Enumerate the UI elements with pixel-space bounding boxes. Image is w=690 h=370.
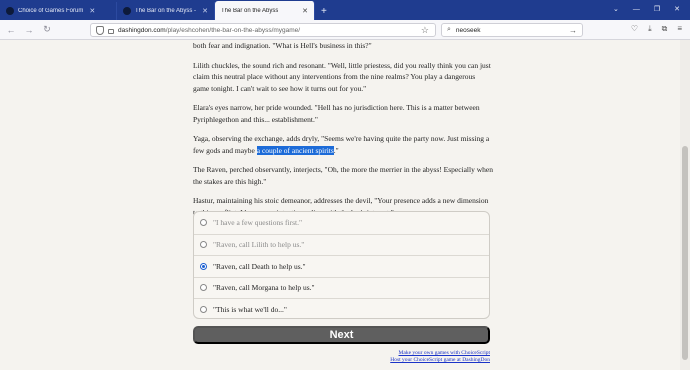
extensions-icon[interactable]: ⧉ — [662, 24, 668, 34]
pocket-icon[interactable]: ♡ — [631, 24, 638, 34]
story-paragraph: both fear and indignation. "What is Hell… — [193, 41, 372, 50]
choicescript-link[interactable]: Make your own games with ChoiceScript — [390, 350, 491, 357]
search-go-arrow-icon[interactable]: → — [569, 26, 577, 35]
page-scrollbar[interactable] — [680, 40, 690, 370]
site-favicon-icon — [123, 7, 131, 15]
choice-option-plan[interactable]: "This is what we'll do..." — [194, 298, 489, 320]
text-span: Yaga, observing the exchange, adds dryly… — [193, 134, 490, 155]
tab-label: The Bar on the Abyss — [221, 7, 279, 14]
tab-list-icon[interactable]: ⌄ — [613, 5, 619, 13]
new-tab-icon[interactable]: + — [321, 2, 327, 20]
window-controls: ⌄ — ❐ ✕ — [613, 0, 690, 18]
radio-button-selected[interactable] — [200, 262, 207, 270]
url-host: dashingdon.com — [118, 26, 166, 34]
bookmark-star-icon[interactable]: ☆ — [421, 25, 429, 36]
toolbar-right: ♡ ⤓ ⧉ ≡ — [631, 24, 682, 34]
address-bar[interactable]: dashingdon.com/play/eshcohen/the-bar-on-… — [90, 23, 436, 37]
tab-strip: Choice of Games Forum ✕ The Bar on the A… — [0, 0, 690, 20]
choice-label: "Raven, call Morgana to help us." — [213, 283, 315, 293]
shield-icon — [96, 25, 104, 35]
close-tab-icon[interactable]: ✕ — [89, 7, 95, 15]
close-tab-icon[interactable]: ✕ — [302, 7, 308, 15]
choice-label: "This is what we'll do..." — [213, 304, 287, 314]
choice-option-death[interactable]: "Raven, call Death to help us." — [194, 255, 489, 277]
radio-button[interactable] — [200, 219, 207, 227]
text-span: ." — [333, 145, 339, 155]
search-box[interactable]: ⌕ neoseek → — [441, 23, 583, 37]
minimize-icon[interactable]: — — [633, 6, 640, 13]
radio-button[interactable] — [200, 305, 207, 313]
choice-option-morgana[interactable]: "Raven, call Morgana to help us." — [194, 276, 489, 299]
story-paragraph: Elara's eyes narrow, her pride wounded. … — [193, 103, 480, 124]
tab-bar-on-abyss-wip[interactable]: The Bar on the Abyss - WIP [15... ✕ — [117, 2, 215, 20]
site-favicon-icon — [6, 7, 14, 15]
story-paragraph: Lilith chuckles, the sound rich and reso… — [193, 60, 491, 93]
choice-label: "Raven, call Death to help us." — [213, 261, 306, 271]
choice-list: "I have a few questions first." "Raven, … — [193, 211, 490, 319]
scrollbar-thumb[interactable] — [682, 146, 688, 360]
footer-links: Make your own games with ChoiceScript Ho… — [390, 350, 490, 364]
close-tab-icon[interactable]: ✕ — [202, 7, 208, 15]
tab-label: Choice of Games Forum — [18, 8, 84, 14]
story-text: both fear and indignation. "What is Hell… — [193, 40, 493, 226]
selected-text: a couple of ancient spirits — [256, 145, 334, 155]
downloads-icon[interactable]: ⤓ — [648, 24, 652, 34]
dashingdon-hosting-link[interactable]: Host your ChoiceScript game at DashingDo… — [390, 357, 490, 364]
navigation-toolbar: ← → ↻ dashingdon.com/play/eshcohen/the-b… — [0, 20, 690, 40]
tab-label: The Bar on the Abyss - WIP [15... — [135, 8, 197, 14]
close-window-icon[interactable]: ✕ — [674, 5, 680, 13]
search-icon: ⌕ — [447, 26, 451, 33]
maximize-icon[interactable]: ❐ — [654, 5, 660, 13]
choice-label: "Raven, call Lilith to help us." — [213, 240, 305, 250]
choice-label: "I have a few questions first." — [213, 218, 303, 228]
story-paragraph: Yaga, observing the exchange, adds dryly… — [193, 133, 493, 156]
lock-icon — [108, 28, 114, 34]
reload-icon[interactable]: ↻ — [40, 24, 54, 35]
search-input-value[interactable]: neoseek — [456, 27, 481, 34]
radio-button[interactable] — [200, 284, 207, 292]
tab-bar-on-abyss-active[interactable]: The Bar on the Abyss ✕ — [215, 1, 315, 20]
menu-icon[interactable]: ≡ — [677, 24, 682, 34]
next-button[interactable]: Next — [193, 326, 490, 344]
choice-option-lilith[interactable]: "Raven, call Lilith to help us." — [194, 233, 489, 256]
tab-choice-of-games-forum[interactable]: Choice of Games Forum ✕ — [0, 2, 117, 20]
back-arrow-icon[interactable]: ← — [4, 25, 18, 35]
story-paragraph: The Raven, perched observantly, interjec… — [193, 165, 493, 186]
radio-button[interactable] — [200, 241, 207, 249]
forward-arrow-icon[interactable]: → — [22, 25, 36, 35]
url-path: /play/eshcohen/the-bar-on-the-abyss/myga… — [165, 26, 301, 34]
choice-option-questions[interactable]: "I have a few questions first." — [194, 212, 489, 234]
